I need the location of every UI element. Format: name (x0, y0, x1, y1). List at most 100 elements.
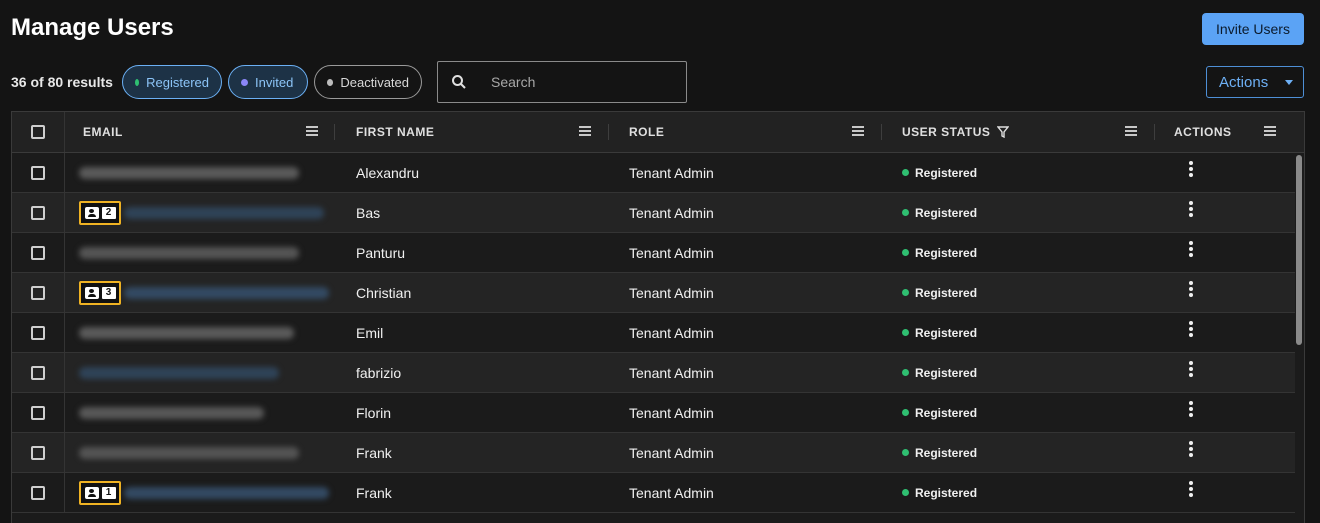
row-checkbox[interactable] (31, 325, 45, 340)
table-row[interactable]: Emil Tenant Admin Registered (12, 313, 1295, 353)
more-vertical-icon[interactable] (1189, 400, 1193, 419)
role-cell: Tenant Admin (629, 164, 714, 181)
invite-users-button[interactable]: Invite Users (1202, 13, 1304, 45)
filter-chip-registered[interactable]: Registered (122, 65, 222, 99)
filter-chip-label: Registered (146, 74, 209, 90)
user-badge-icon: 3 (79, 280, 121, 305)
email-value (79, 366, 279, 379)
row-select-cell (12, 233, 65, 272)
status-text: Registered (915, 445, 978, 460)
search-icon (452, 75, 466, 89)
row-select-cell (12, 153, 65, 192)
search-input[interactable]: Search (437, 61, 687, 103)
table-row[interactable]: 1 Frank Tenant Admin Registered (12, 473, 1295, 513)
select-all-checkbox[interactable] (31, 125, 45, 139)
row-actions-cell (1189, 473, 1193, 512)
status-badge: Registered (902, 393, 977, 432)
role-cell: Tenant Admin (629, 364, 714, 381)
column-resize-handle[interactable] (608, 124, 609, 140)
email-value (124, 486, 329, 499)
role-cell: Tenant Admin (629, 484, 714, 501)
status-text: Registered (915, 485, 978, 500)
first-name-cell: Florin (356, 404, 392, 421)
status-text: Registered (915, 325, 978, 340)
scrollbar-thumb[interactable] (1296, 155, 1302, 345)
table-row[interactable]: Alexandru Tenant Admin Registered (12, 153, 1295, 193)
row-actions-cell (1189, 273, 1193, 312)
column-menu-icon[interactable] (1125, 126, 1137, 136)
column-header-actions[interactable]: ACTIONS (1174, 112, 1232, 152)
status-dot-icon (902, 329, 909, 336)
person-icon (84, 206, 99, 219)
column-header-role[interactable]: ROLE (629, 112, 664, 152)
more-vertical-icon[interactable] (1189, 240, 1193, 259)
first-name-cell: Bas (356, 204, 381, 221)
status-badge: Registered (902, 353, 977, 392)
search-placeholder: Search (491, 74, 536, 90)
column-header-email[interactable]: EMAIL (83, 112, 123, 152)
status-badge: Registered (902, 313, 977, 352)
column-resize-handle[interactable] (881, 124, 882, 140)
more-vertical-icon[interactable] (1189, 440, 1193, 459)
more-vertical-icon[interactable] (1189, 280, 1193, 299)
role-cell: Tenant Admin (629, 284, 714, 301)
more-vertical-icon[interactable] (1189, 160, 1193, 179)
filter-chip-invited[interactable]: Invited (228, 65, 308, 99)
row-checkbox[interactable] (31, 285, 45, 300)
table-row[interactable]: 3 Christian Tenant Admin Registered (12, 273, 1295, 313)
first-name-cell: Christian (356, 284, 412, 301)
first-name-cell: Frank (356, 484, 392, 501)
more-vertical-icon[interactable] (1189, 200, 1193, 219)
email-value (124, 206, 324, 219)
email-cell (79, 433, 339, 472)
row-checkbox[interactable] (31, 165, 45, 180)
column-menu-icon[interactable] (852, 126, 864, 136)
row-checkbox[interactable] (31, 245, 45, 260)
actions-label: Actions (1219, 73, 1269, 91)
row-checkbox[interactable] (31, 365, 45, 380)
row-actions-cell (1189, 393, 1193, 432)
row-checkbox[interactable] (31, 405, 45, 420)
email-value (79, 406, 264, 419)
more-vertical-icon[interactable] (1189, 480, 1193, 499)
page-title: Manage Users (11, 14, 174, 41)
email-cell (79, 233, 339, 272)
column-resize-handle[interactable] (334, 124, 335, 140)
column-menu-icon[interactable] (1264, 126, 1276, 136)
column-header-user-status[interactable]: USER STATUS (902, 112, 1010, 152)
row-actions-cell (1189, 153, 1193, 192)
column-menu-icon[interactable] (306, 126, 318, 136)
table-row[interactable]: 2 Bas Tenant Admin Registered (12, 193, 1295, 233)
role-cell: Tenant Admin (629, 444, 714, 461)
status-text: Registered (915, 205, 978, 220)
email-cell: 2 (79, 193, 339, 232)
column-header-first-name[interactable]: FIRST NAME (356, 112, 434, 152)
filter-icon[interactable] (997, 126, 1010, 138)
row-checkbox[interactable] (31, 205, 45, 220)
more-vertical-icon[interactable] (1189, 320, 1193, 339)
actions-dropdown[interactable]: Actions (1206, 66, 1304, 98)
first-name-cell: Emil (356, 324, 384, 341)
email-cell (79, 353, 339, 392)
filter-chip-deactivated[interactable]: Deactivated (314, 65, 422, 99)
person-icon (84, 486, 99, 499)
row-checkbox[interactable] (31, 485, 45, 500)
column-resize-handle[interactable] (1154, 124, 1155, 140)
column-menu-icon[interactable] (579, 126, 591, 136)
more-vertical-icon[interactable] (1189, 360, 1193, 379)
table-row[interactable]: fabrizio Tenant Admin Registered (12, 353, 1295, 393)
status-dot-icon (902, 289, 909, 296)
email-cell (79, 393, 339, 432)
status-dot-icon (902, 449, 909, 456)
email-value (79, 326, 294, 339)
badge-number: 1 (101, 486, 116, 499)
table-row[interactable]: Frank Tenant Admin Registered (12, 433, 1295, 473)
status-text: Registered (915, 165, 978, 180)
table-row[interactable]: Florin Tenant Admin Registered (12, 393, 1295, 433)
table-row[interactable]: Panturu Tenant Admin Registered (12, 233, 1295, 273)
email-cell: 3 (79, 273, 339, 312)
column-header-label: USER STATUS (902, 125, 991, 139)
role-cell: Tenant Admin (629, 244, 714, 261)
row-checkbox[interactable] (31, 445, 45, 460)
user-badge-icon: 1 (79, 480, 121, 505)
